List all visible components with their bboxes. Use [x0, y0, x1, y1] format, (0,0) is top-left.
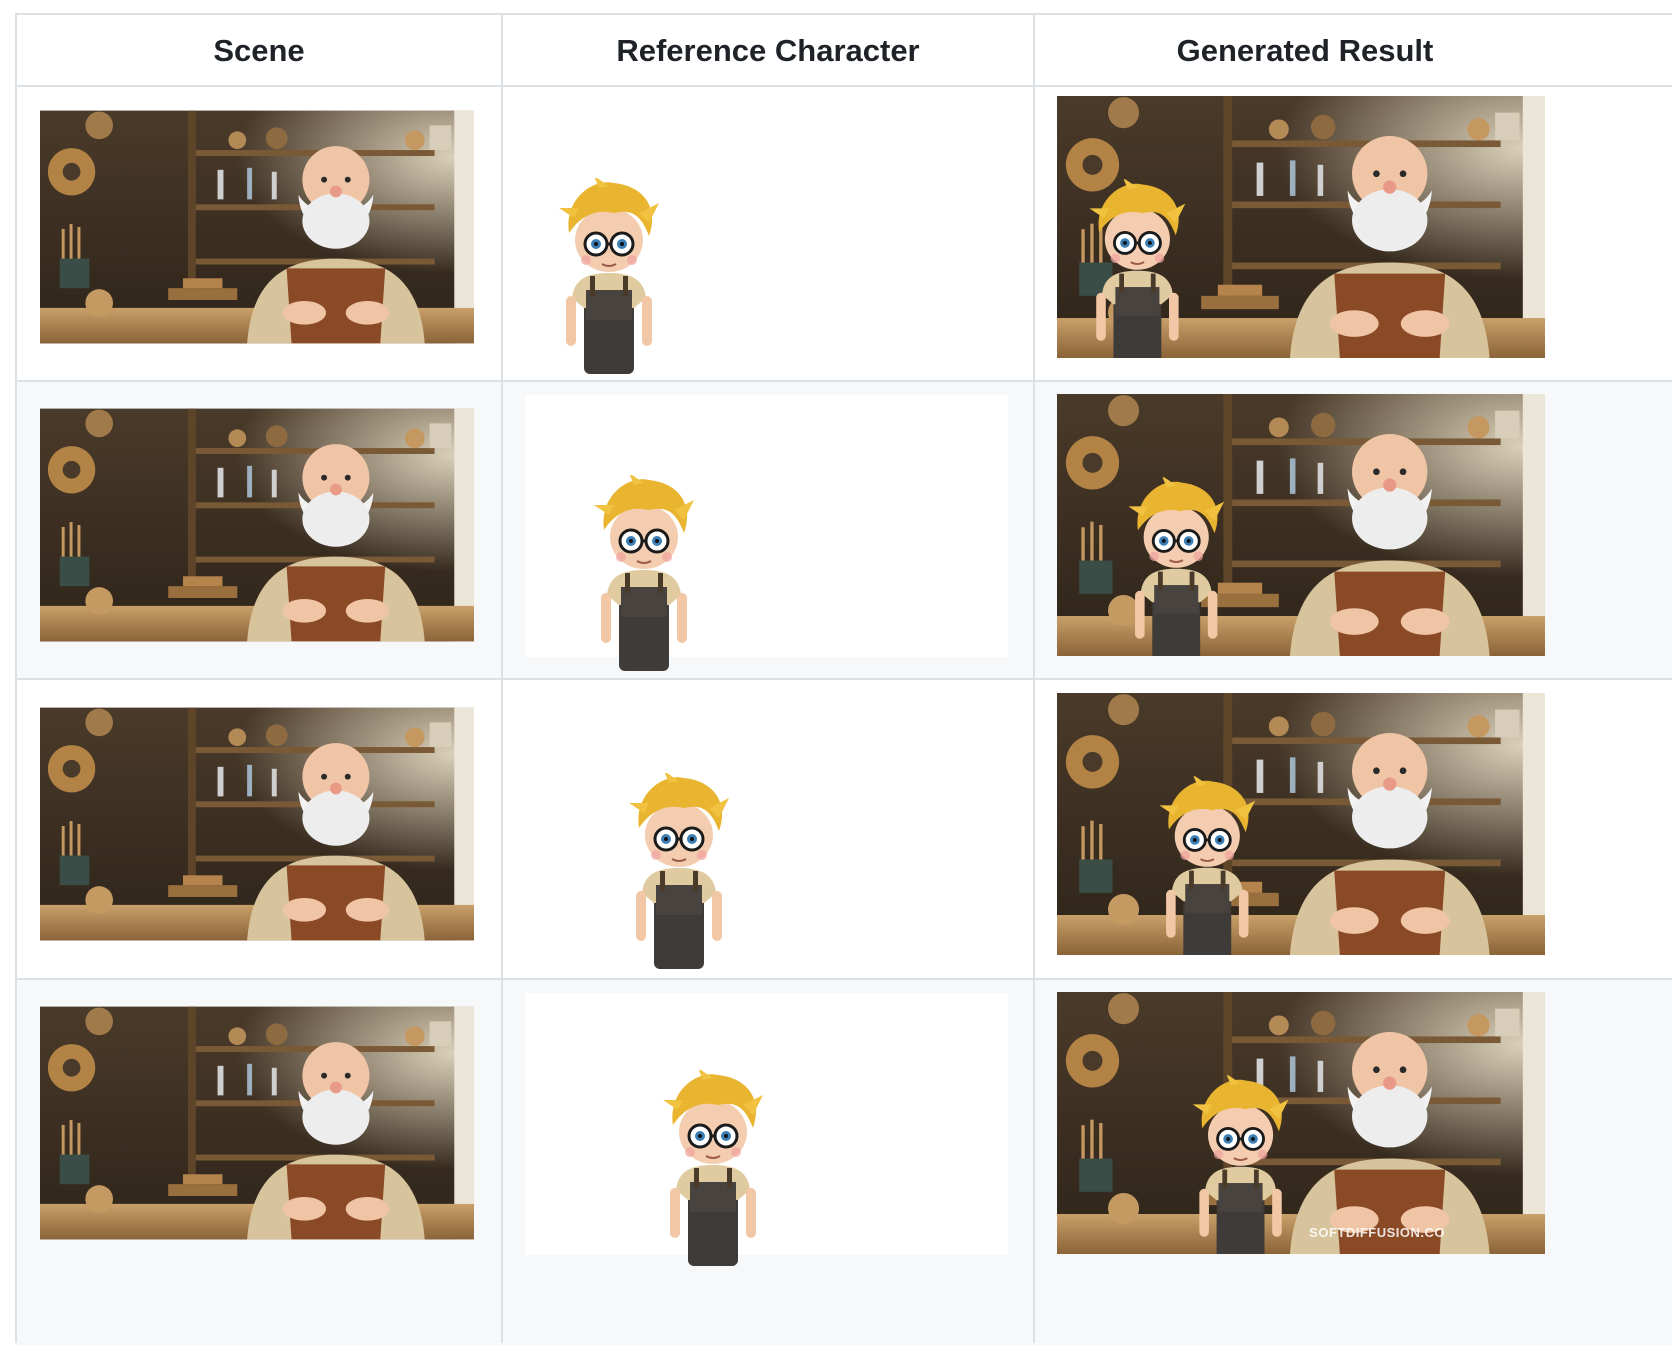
scene-image-3	[40, 707, 474, 941]
scene-image-1	[40, 110, 474, 344]
row-divider-3	[17, 978, 1672, 980]
generated-result-image-2	[1057, 394, 1545, 656]
reference-character-image-3	[624, 773, 734, 969]
column-divider-2	[1033, 15, 1035, 1343]
column-divider-1	[501, 15, 503, 1343]
reference-character-image-4	[658, 1070, 768, 1266]
header-generated-result: Generated Result	[1176, 33, 1434, 68]
watermark: SOFTDIFFUSION.CO	[1309, 1225, 1445, 1240]
header-scene: Scene	[213, 33, 305, 68]
generated-result-image-4: SOFTDIFFUSION.CO	[1057, 992, 1545, 1254]
row-divider-2	[17, 678, 1672, 680]
reference-character-image-1	[554, 178, 664, 374]
row-divider-1	[17, 380, 1672, 382]
comparison-table: Scene Reference Character Generated Resu…	[15, 13, 1672, 1345]
header-divider	[17, 85, 1672, 87]
header-reference-character: Reference Character	[616, 33, 920, 68]
scene-image-2	[40, 408, 474, 642]
scene-image-4	[40, 1006, 474, 1240]
generated-result-image-3	[1057, 693, 1545, 955]
reference-character-image-2	[589, 475, 699, 671]
generated-result-image-1	[1057, 96, 1545, 358]
